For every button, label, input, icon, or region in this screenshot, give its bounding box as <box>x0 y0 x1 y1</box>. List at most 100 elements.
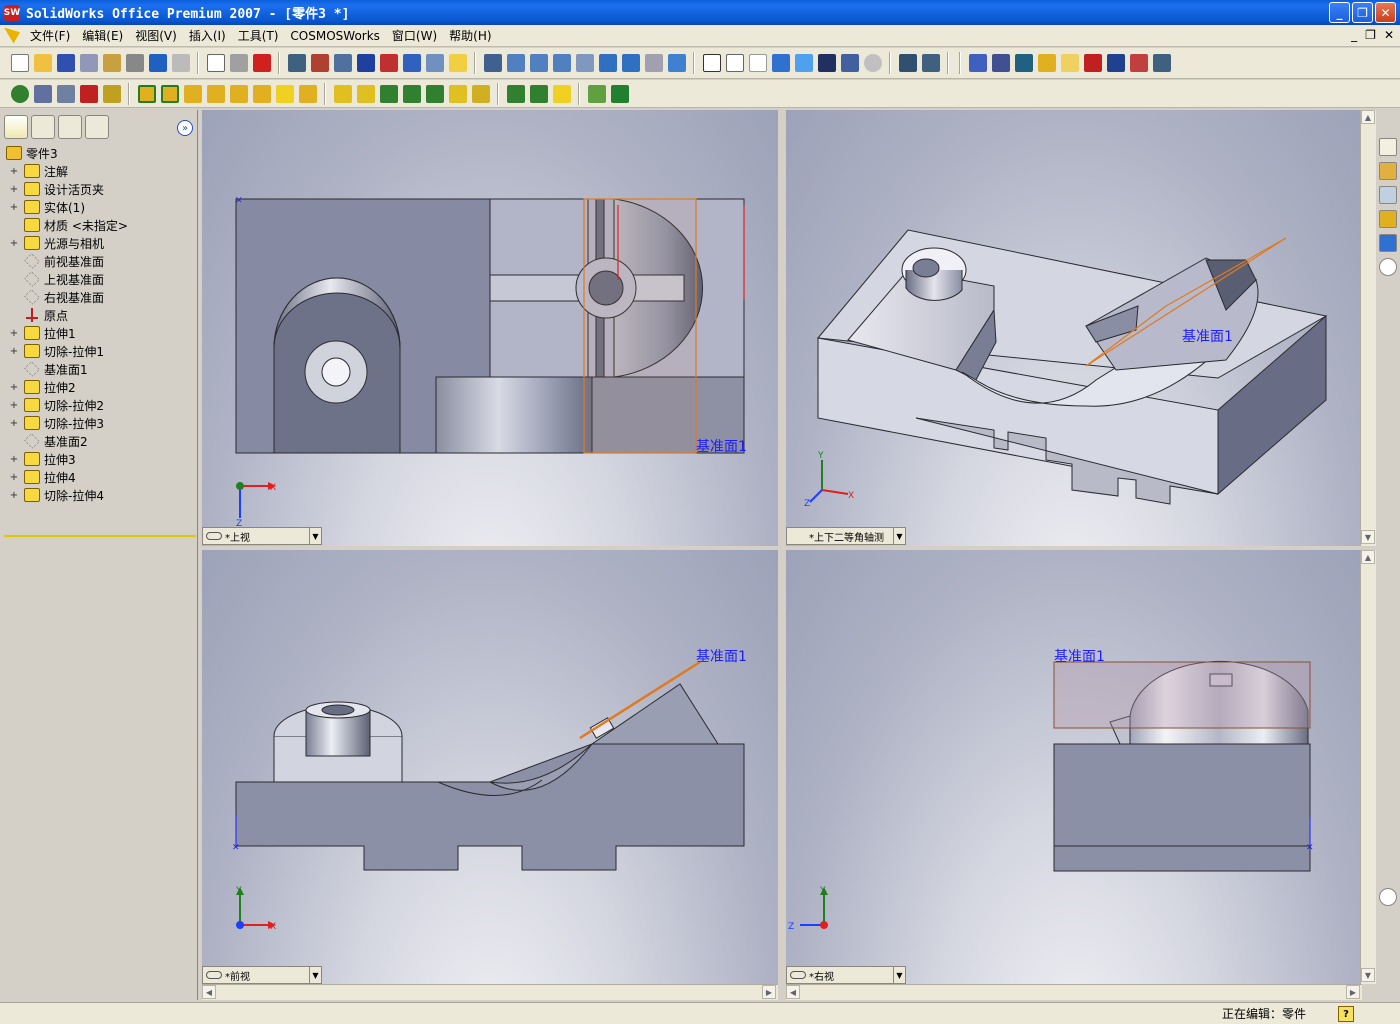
extruded-boss-icon[interactable] <box>137 84 156 103</box>
scroll-left-arrow[interactable]: ◀ <box>202 985 216 999</box>
menu-edit[interactable]: 编辑(E) <box>76 27 129 44</box>
curve-through-points-icon[interactable] <box>610 84 629 103</box>
configuration-manager-tab[interactable] <box>58 115 82 139</box>
select-filter-icon[interactable] <box>229 54 248 72</box>
horizontal-scrollbar-left[interactable]: ◀ ▶ <box>202 984 778 1000</box>
scale-icon[interactable] <box>471 84 490 103</box>
geometry-analysis-icon[interactable] <box>1014 54 1033 72</box>
feature-manager-tab[interactable] <box>4 115 28 139</box>
measure-icon[interactable] <box>483 54 502 72</box>
wrap-icon[interactable] <box>448 84 467 103</box>
expand-taskpane-icon[interactable] <box>1379 888 1397 906</box>
expand-toggle-icon[interactable]: + <box>8 454 20 465</box>
tree-item[interactable]: 材质 <未指定> <box>0 216 197 234</box>
tree-item[interactable]: + 光源与相机 <box>0 234 197 252</box>
expand-toggle-icon[interactable]: + <box>8 382 20 393</box>
tree-item[interactable]: + 切除-拉伸3 <box>0 414 197 432</box>
tree-item[interactable]: 右视基准面 <box>0 288 197 306</box>
property-manager-tab[interactable] <box>31 115 55 139</box>
tree-item[interactable]: 上视基准面 <box>0 270 197 288</box>
sketch-icon[interactable] <box>10 84 29 103</box>
menu-cosmosworks[interactable]: COSMOSWorks <box>284 29 386 43</box>
help-icon[interactable]: ? <box>1338 1006 1354 1022</box>
3d-content-icon[interactable] <box>1379 234 1397 252</box>
select-icon[interactable] <box>206 54 225 72</box>
doc-restore-button[interactable]: ❐ <box>1365 28 1376 42</box>
doc-close-button[interactable]: ✕ <box>1384 28 1394 42</box>
plane-label[interactable]: 基准面1 <box>696 646 747 666</box>
hidden-lines-removed-icon[interactable] <box>748 54 767 72</box>
tree-item[interactable]: 基准面2 <box>0 432 197 450</box>
chevron-down-icon[interactable]: ▼ <box>309 967 321 983</box>
checklist-icon[interactable] <box>1060 54 1079 72</box>
undo-icon[interactable] <box>148 54 167 72</box>
hidden-lines-visible-icon[interactable] <box>725 54 744 72</box>
hide-show-icon[interactable] <box>898 54 917 72</box>
right-plane-outline[interactable] <box>1053 661 1311 729</box>
view-name-box[interactable]: *前视 ▼ <box>202 966 322 984</box>
lofted-boss-icon[interactable] <box>252 84 271 103</box>
curves-icon[interactable] <box>102 84 121 103</box>
zoom-to-area-icon[interactable] <box>529 54 548 72</box>
menu-window[interactable]: 窗口(W) <box>386 27 443 44</box>
scroll-down-arrow[interactable]: ▼ <box>1361 530 1375 544</box>
expand-toggle-icon[interactable]: + <box>8 346 20 357</box>
file-explorer-icon[interactable] <box>1379 210 1397 228</box>
view-name-box[interactable]: *上下二等角轴测 ▼ <box>786 527 906 545</box>
rib-icon[interactable] <box>333 84 352 103</box>
previous-view-icon[interactable] <box>644 54 663 72</box>
rotate-view-icon[interactable] <box>598 54 617 72</box>
link-views-icon[interactable] <box>206 532 222 540</box>
zoom-to-selection-icon[interactable] <box>575 54 594 72</box>
resources-icon[interactable] <box>1379 162 1397 180</box>
hole-wizard-icon[interactable] <box>402 84 421 103</box>
section-view-icon[interactable] <box>840 54 859 72</box>
solidworks-menu-icon[interactable] <box>4 27 20 44</box>
scroll-right-arrow[interactable]: ▶ <box>1346 985 1360 999</box>
check-icon[interactable] <box>991 54 1010 72</box>
zoom-to-fit-icon[interactable] <box>506 54 525 72</box>
vertical-splitter[interactable] <box>779 110 785 1000</box>
print-icon[interactable] <box>125 54 144 72</box>
tree-item[interactable]: + 拉伸1 <box>0 324 197 342</box>
scroll-right-arrow[interactable]: ▶ <box>762 985 776 999</box>
expand-toggle-icon[interactable]: + <box>8 202 20 213</box>
expand-toggle-icon[interactable]: + <box>8 328 20 339</box>
collapse-panel-icon[interactable]: » <box>177 120 193 136</box>
design-library-icon[interactable] <box>1379 186 1397 204</box>
collapse-taskpane-icon[interactable] <box>1379 258 1397 276</box>
scroll-down-arrow[interactable]: ▼ <box>1361 968 1375 982</box>
tree-item[interactable]: + 设计活页夹 <box>0 180 197 198</box>
chevron-down-icon[interactable]: ▼ <box>893 528 905 544</box>
properties-icon[interactable] <box>425 54 444 72</box>
draft-analysis-icon[interactable] <box>1083 54 1102 72</box>
reference-geometry-icon[interactable] <box>56 84 75 103</box>
plane-label[interactable]: 基准面1 <box>1182 326 1233 346</box>
expand-toggle-icon[interactable]: + <box>8 418 20 429</box>
tree-item[interactable]: 基准面1 <box>0 360 197 378</box>
import-diagnostics-icon[interactable] <box>1152 54 1171 72</box>
save-icon[interactable] <box>56 54 75 72</box>
grid-icon[interactable] <box>287 54 306 72</box>
viewport-bottom-right[interactable]: ✕ Y Z 基准面1 *右视 ▼ <box>786 550 1362 984</box>
scroll-up-arrow[interactable]: ▲ <box>1361 110 1375 124</box>
tree-item[interactable]: + 切除-拉伸2 <box>0 396 197 414</box>
smart-dimension-icon[interactable] <box>33 84 52 103</box>
help-icon[interactable] <box>448 54 467 72</box>
equations-icon[interactable] <box>1106 54 1125 72</box>
home-icon[interactable] <box>1379 138 1397 156</box>
mirror-icon[interactable] <box>552 84 571 103</box>
menu-view[interactable]: 视图(V) <box>129 27 183 44</box>
tree-item[interactable]: + 拉伸4 <box>0 468 197 486</box>
mass-properties-icon[interactable] <box>1037 54 1056 72</box>
expand-toggle-icon[interactable]: + <box>8 490 20 501</box>
tree-item[interactable]: + 注解 <box>0 162 197 180</box>
shell-icon[interactable] <box>356 84 375 103</box>
shadows-icon[interactable] <box>817 54 836 72</box>
plane-label[interactable]: 基准面1 <box>1054 646 1105 666</box>
tree-item[interactable]: 原点 <box>0 306 197 324</box>
viewport-bottom-left[interactable]: ✕ Y X 基准面1 *前视 ▼ <box>202 550 778 984</box>
revolved-boss-icon[interactable] <box>183 84 202 103</box>
expand-toggle-icon[interactable]: + <box>8 166 20 177</box>
scroll-left-arrow[interactable]: ◀ <box>786 985 800 999</box>
